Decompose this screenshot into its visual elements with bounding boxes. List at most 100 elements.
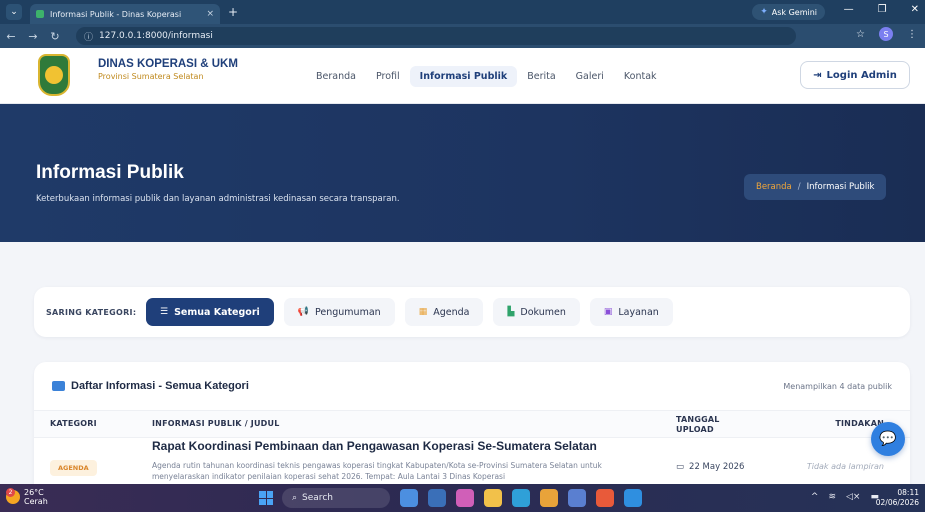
chip-label: Layanan — [618, 306, 659, 318]
close-window-icon[interactable]: ✕ — [911, 4, 919, 15]
browser-menu-icon[interactable]: ⋮ — [907, 29, 917, 40]
taskbar-clock[interactable]: 08:11 02/06/2026 — [876, 488, 919, 508]
bookmark-star-icon[interactable]: ☆ — [856, 29, 865, 40]
nav-beranda[interactable]: Beranda — [306, 66, 366, 87]
back-icon[interactable]: ← — [0, 30, 22, 43]
page-subtitle: Keterbukaan informasi publik dan layanan… — [36, 194, 400, 204]
category-filter: SARING KATEGORI: ☰ Semua Kategori 📢 Peng… — [34, 287, 910, 337]
brand[interactable]: DINAS KOPERASI & UKM Provinsi Sumatera S… — [98, 58, 238, 81]
store-app-icon[interactable] — [568, 489, 586, 507]
chip-label: Semua Kategori — [174, 306, 260, 318]
row-description: Agenda rutin tahunan koordinasi teknis p… — [152, 461, 602, 481]
filter-chip-dokumen[interactable]: ▙ Dokumen — [493, 298, 580, 326]
wifi-icon[interactable]: ≋ — [828, 492, 836, 502]
nav-informasi-publik[interactable]: Informasi Publik — [409, 66, 518, 87]
nav-berita[interactable]: Berita — [517, 66, 565, 87]
main-nav: Beranda Profil Informasi Publik Berita G… — [306, 66, 667, 87]
volume-icon[interactable]: ◁× — [846, 492, 860, 502]
restore-icon[interactable]: ❐ — [878, 4, 887, 15]
briefcase-icon: ▣ — [603, 307, 613, 317]
column-header-date-line2: UPLOAD — [676, 425, 714, 434]
copilot-app-icon[interactable] — [456, 489, 474, 507]
chip-label: Pengumuman — [315, 306, 381, 318]
filter-label: SARING KATEGORI: — [46, 307, 137, 317]
tray-chevron-icon[interactable]: ^ — [811, 492, 819, 502]
clock-date: 02/06/2026 — [875, 498, 919, 507]
weather-sun-icon: 2 — [6, 488, 20, 504]
ask-gemini-button[interactable]: ✦ Ask Gemini — [752, 4, 825, 20]
profile-avatar[interactable]: S — [879, 27, 893, 41]
nav-profil[interactable]: Profil — [366, 66, 410, 87]
weather-badge: 2 — [6, 488, 15, 497]
start-windows-icon[interactable] — [259, 491, 273, 505]
window-controls: — ❐ ✕ — [844, 4, 919, 15]
calendar-icon: ▭ — [676, 462, 685, 472]
tab-search-icon[interactable]: ⌄ — [6, 4, 22, 20]
site-header: DINAS KOPERASI & UKM Provinsi Sumatera S… — [0, 48, 925, 104]
list-title: Daftar Informasi - Semua Kategori — [52, 380, 249, 392]
chat-bubble-icon[interactable]: 💬 — [871, 422, 905, 456]
table-header: KATEGORI INFORMASI PUBLIK / JUDUL TANGGA… — [34, 410, 910, 438]
search-label: Search — [302, 493, 333, 503]
document-icon: ▙ — [507, 307, 515, 317]
favicon-icon — [36, 10, 44, 18]
forward-icon[interactable]: → — [22, 30, 44, 43]
page-title: Informasi Publik — [36, 162, 184, 183]
calendar-icon: ▦ — [418, 307, 428, 317]
column-header-title: INFORMASI PUBLIK / JUDUL — [152, 419, 280, 428]
login-arrow-icon: ⇥ — [813, 69, 822, 81]
file-explorer-app-icon[interactable] — [484, 489, 502, 507]
minimize-icon[interactable]: — — [844, 4, 854, 15]
weather-widget[interactable]: 2 26°C Cerah — [6, 488, 48, 506]
nav-galeri[interactable]: Galeri — [566, 66, 614, 87]
taskbar-search[interactable]: ⌕ Search — [282, 488, 390, 508]
chip-label: Dokumen — [520, 306, 566, 318]
login-admin-label: Login Admin — [826, 69, 897, 81]
filter-chip-layanan[interactable]: ▣ Layanan — [589, 298, 673, 326]
search-icon: ⌕ — [292, 493, 298, 503]
gemini-icon: ✦ — [760, 7, 768, 17]
tab-close-icon[interactable]: × — [206, 9, 214, 19]
edge-app-icon[interactable] — [512, 489, 530, 507]
reload-icon[interactable]: ↻ — [44, 30, 66, 43]
nav-kontak[interactable]: Kontak — [614, 66, 667, 87]
chrome-app-icon[interactable] — [540, 489, 558, 507]
login-admin-button[interactable]: ⇥ Login Admin — [800, 61, 910, 89]
filter-chip-semua[interactable]: ☰ Semua Kategori — [146, 298, 274, 326]
logo-emblem-icon — [45, 66, 63, 84]
system-tray: ^ ≋ ◁× ▬ — [811, 492, 879, 502]
chip-label: Agenda — [433, 306, 470, 318]
breadcrumb-home[interactable]: Beranda — [756, 182, 792, 192]
url-field[interactable]: ⓘ 127.0.0.1:8000/informasi — [76, 27, 796, 45]
category-badge: AGENDA — [50, 460, 97, 476]
brand-subtitle: Provinsi Sumatera Selatan — [98, 72, 204, 81]
new-tab-button[interactable]: + — [228, 5, 238, 19]
filter-chip-pengumuman[interactable]: 📢 Pengumuman — [283, 298, 395, 326]
list-icon: ☰ — [160, 307, 169, 317]
widgets-app-icon[interactable] — [400, 489, 418, 507]
ask-gemini-label: Ask Gemini — [771, 7, 817, 17]
task-view-app-icon[interactable] — [428, 489, 446, 507]
breadcrumb-current: Informasi Publik — [806, 182, 875, 192]
row-date-text: 22 May 2026 — [689, 462, 745, 472]
megaphone-icon: 📢 — [297, 307, 309, 317]
breadcrumb-separator: / — [797, 182, 801, 192]
column-header-category: KATEGORI — [50, 419, 97, 428]
weather-temp: 26°C — [24, 488, 44, 497]
row-title[interactable]: Rapat Koordinasi Pembinaan dan Pengawasa… — [152, 439, 597, 453]
url-text: 127.0.0.1:8000/informasi — [99, 31, 213, 41]
province-logo[interactable] — [38, 54, 70, 96]
brand-name: DINAS KOPERASI & UKM — [98, 58, 238, 70]
browser-address-bar: ← → ↻ ⓘ 127.0.0.1:8000/informasi ☆ S ⋮ — [0, 24, 925, 48]
vscode-app-icon[interactable] — [624, 489, 642, 507]
os-taskbar: 2 26°C Cerah ⌕ Search ^ ≋ ◁× ▬ 08:11 02/… — [0, 484, 925, 512]
browser-tab[interactable]: Informasi Publik - Dinas Koperasi × — [30, 4, 220, 24]
page-hero: Informasi Publik Keterbukaan informasi p… — [0, 104, 925, 242]
filter-chip-agenda[interactable]: ▦ Agenda — [404, 298, 484, 326]
browser-tab-bar: ⌄ Informasi Publik - Dinas Koperasi × + … — [0, 0, 925, 24]
list-title-text: Daftar Informasi - Semua Kategori — [71, 380, 249, 392]
site-info-icon[interactable]: ⓘ — [84, 30, 93, 43]
xampp-app-icon[interactable] — [596, 489, 614, 507]
column-header-date: TANGGAL UPLOAD — [676, 415, 720, 435]
breadcrumb: Beranda / Informasi Publik — [744, 174, 887, 200]
